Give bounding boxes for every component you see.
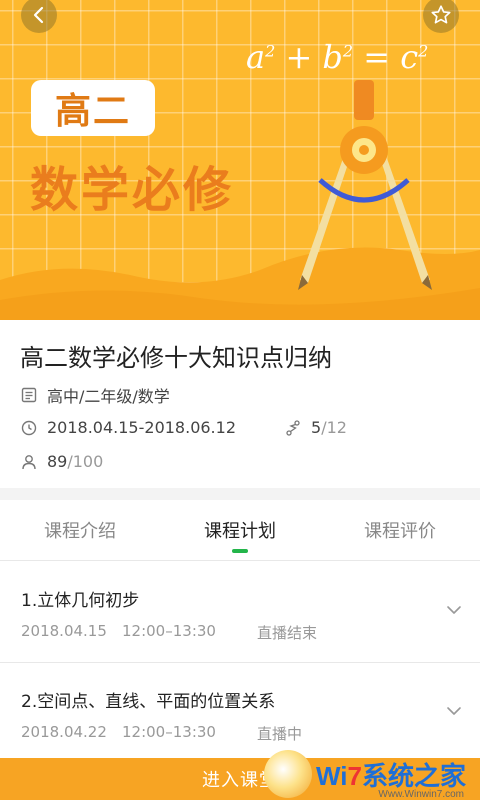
course-title: 高二数学必修十大知识点归纳 xyxy=(20,344,332,372)
watermark-url: Www.Winwin7.com xyxy=(378,789,464,800)
lesson-time: 12:00–13:30 xyxy=(122,723,216,741)
lesson-time: 12:00–13:30 xyxy=(122,622,216,640)
favorite-button[interactable] xyxy=(423,0,459,33)
tab-course-review[interactable]: 课程评价 xyxy=(320,500,480,560)
category-row: 高中/二年级/数学 xyxy=(20,383,170,407)
active-tab-indicator xyxy=(232,549,248,553)
date-row: 2018.04.15-2018.06.12 xyxy=(20,418,236,437)
tab-course-plan[interactable]: 课程计划 xyxy=(160,500,320,560)
grade-label: 高二 xyxy=(54,91,131,132)
user-icon xyxy=(20,453,38,471)
subject-label: 数学必修 xyxy=(30,162,235,218)
lessons-done-count: 5 xyxy=(311,418,322,437)
chevron-left-icon xyxy=(33,6,44,24)
watermark-text: Wi7系统之家 xyxy=(316,760,467,791)
pythagorean-formula: a2 + b2 = c2 xyxy=(246,38,429,76)
section-divider xyxy=(0,488,480,500)
star-outline-icon xyxy=(431,5,451,24)
date-range-text: 2018.04.15-2018.06.12 xyxy=(47,418,236,437)
document-icon xyxy=(20,386,38,404)
enrolled-count: 89 xyxy=(47,452,68,471)
lesson-date: 2018.04.15 xyxy=(21,622,107,640)
windows-logo-icon xyxy=(264,750,312,798)
compass-illustration xyxy=(298,80,432,290)
chevron-down-icon[interactable] xyxy=(446,703,462,719)
lesson-item[interactable]: 1.立体几何初步 2018.04.15 12:00–13:30 直播结束 xyxy=(0,562,480,663)
progress-path-icon xyxy=(284,419,302,437)
watermark-logo: Wi7系统之家 Www.Winwin7.com xyxy=(264,748,474,800)
enrollment-row: 89/100 xyxy=(20,452,103,471)
clock-icon xyxy=(20,419,38,437)
course-banner: a2 + b2 = c2 高二 数学必修 xyxy=(0,0,480,320)
lesson-title: 2.空间点、直线、平面的位置关系 xyxy=(21,692,276,712)
chevron-down-icon[interactable] xyxy=(446,602,462,618)
lesson-status: 直播中 xyxy=(257,725,303,743)
tab-course-intro[interactable]: 课程介绍 xyxy=(0,500,160,560)
course-tabs: 课程介绍 课程计划 课程评价 xyxy=(0,500,480,561)
capacity-count: /100 xyxy=(67,452,104,471)
lesson-progress-row: 5/12 xyxy=(284,418,347,437)
lesson-status: 直播结束 xyxy=(257,624,318,642)
lesson-date: 2018.04.22 xyxy=(21,723,107,741)
lessons-total-count: /12 xyxy=(321,418,347,437)
lesson-title: 1.立体几何初步 xyxy=(21,591,140,611)
grade-label-box: 高二 xyxy=(31,80,155,136)
back-button[interactable] xyxy=(21,0,57,33)
category-text: 高中/二年级/数学 xyxy=(47,387,170,406)
